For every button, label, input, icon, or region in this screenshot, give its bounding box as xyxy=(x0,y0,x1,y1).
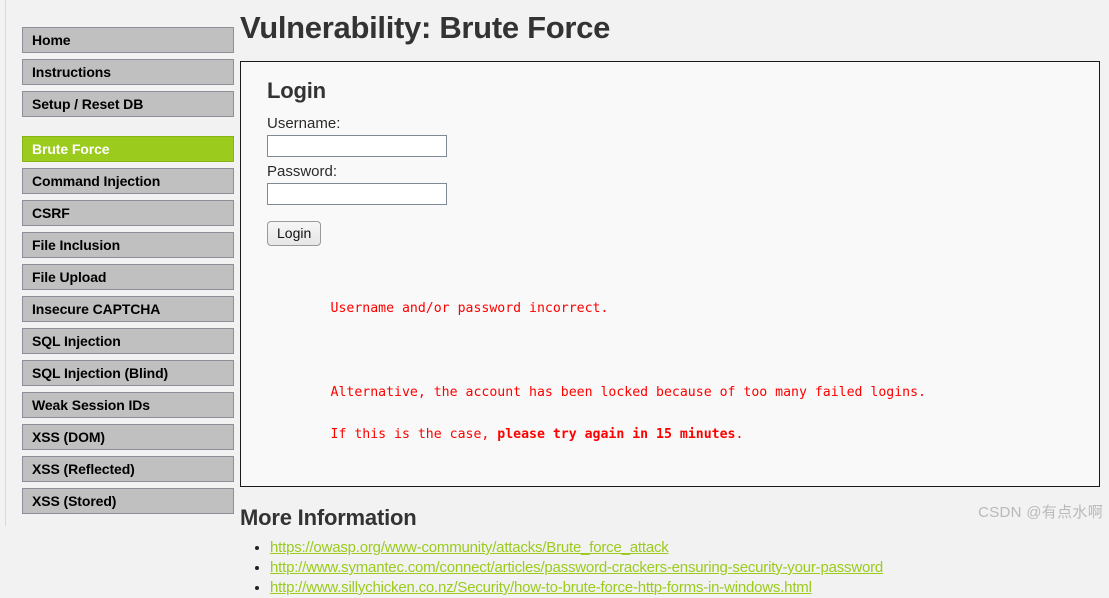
sidebar-group-vulnerabilities: Brute Force Command Injection CSRF File Inc… xyxy=(22,136,234,514)
error-line-retry-emphasis: please try again in 15 minutes xyxy=(497,427,736,442)
sidebar-item-setup-reset-db[interactable]: Setup / Reset DB xyxy=(22,91,234,117)
error-line-spacer xyxy=(267,340,1079,361)
list-item: http://www.sillychicken.co.nz/Security/h… xyxy=(270,578,1100,598)
sidebar-item-csrf[interactable]: CSRF xyxy=(22,200,234,226)
login-submit-button[interactable]: Login xyxy=(267,221,322,246)
sidebar-item-weak-session-ids[interactable]: Weak Session IDs xyxy=(22,392,234,418)
sidebar-item-sql-injection-blind[interactable]: SQL Injection (Blind) xyxy=(22,360,234,386)
more-information-link[interactable]: http://www.symantec.com/connect/articles… xyxy=(270,559,883,576)
sidebar-item-insecure-captcha[interactable]: Insecure CAPTCHA xyxy=(22,296,234,322)
password-label: Password: xyxy=(267,163,338,180)
sidebar-item-brute-force[interactable]: Brute Force xyxy=(22,136,234,162)
sidebar-item-instructions[interactable]: Instructions xyxy=(22,59,234,85)
error-line-retry-suffix: . xyxy=(735,427,744,442)
page-left-rule xyxy=(5,0,6,526)
login-error-message: Username and/or password incorrect. Alte… xyxy=(267,277,1079,466)
error-line-incorrect-credentials: Username and/or password incorrect. xyxy=(330,301,609,316)
more-information-link-list: https://owasp.org/www-community/attacks/… xyxy=(240,538,1100,598)
login-panel: Login Username: Password: Login Username… xyxy=(240,61,1100,487)
sidebar-item-home[interactable]: Home xyxy=(22,27,234,53)
sidebar-item-xss-stored[interactable]: XSS (Stored) xyxy=(22,488,234,514)
sidebar-item-sql-injection[interactable]: SQL Injection xyxy=(22,328,234,354)
username-input[interactable] xyxy=(267,135,447,157)
sidebar-navigation: Home Instructions Setup / Reset DB Brute F… xyxy=(0,0,234,526)
sidebar-item-command-injection[interactable]: Command Injection xyxy=(22,168,234,194)
main-content: Vulnerability: Brute Force Login Usernam… xyxy=(234,0,1109,596)
sidebar-item-xss-reflected[interactable]: XSS (Reflected) xyxy=(22,456,234,482)
sidebar-item-file-inclusion[interactable]: File Inclusion xyxy=(22,232,234,258)
error-line-account-locked: Alternative, the account has been locked… xyxy=(330,385,926,400)
sidebar-item-xss-dom[interactable]: XSS (DOM) xyxy=(22,424,234,450)
error-line-retry-prefix: If this is the case, xyxy=(330,427,498,442)
sidebar-item-file-upload[interactable]: File Upload xyxy=(22,264,234,290)
list-item: http://www.symantec.com/connect/articles… xyxy=(270,558,1100,578)
login-panel-title: Login xyxy=(267,78,326,103)
more-information-link[interactable]: https://owasp.org/www-community/attacks/… xyxy=(270,539,669,556)
page-root: Home Instructions Setup / Reset DB Brute F… xyxy=(0,0,1109,596)
brute-force-login-form: Username: Password: Login xyxy=(267,114,1079,246)
page-title: Vulnerability: Brute Force xyxy=(240,10,611,45)
username-label: Username: xyxy=(267,115,341,132)
password-input[interactable] xyxy=(267,183,447,205)
sidebar-group-general: Home Instructions Setup / Reset DB xyxy=(22,27,234,117)
more-information-title: More Information xyxy=(240,505,417,530)
more-information-link[interactable]: http://www.sillychicken.co.nz/Security/h… xyxy=(270,579,812,596)
list-item: https://owasp.org/www-community/attacks/… xyxy=(270,538,1100,558)
